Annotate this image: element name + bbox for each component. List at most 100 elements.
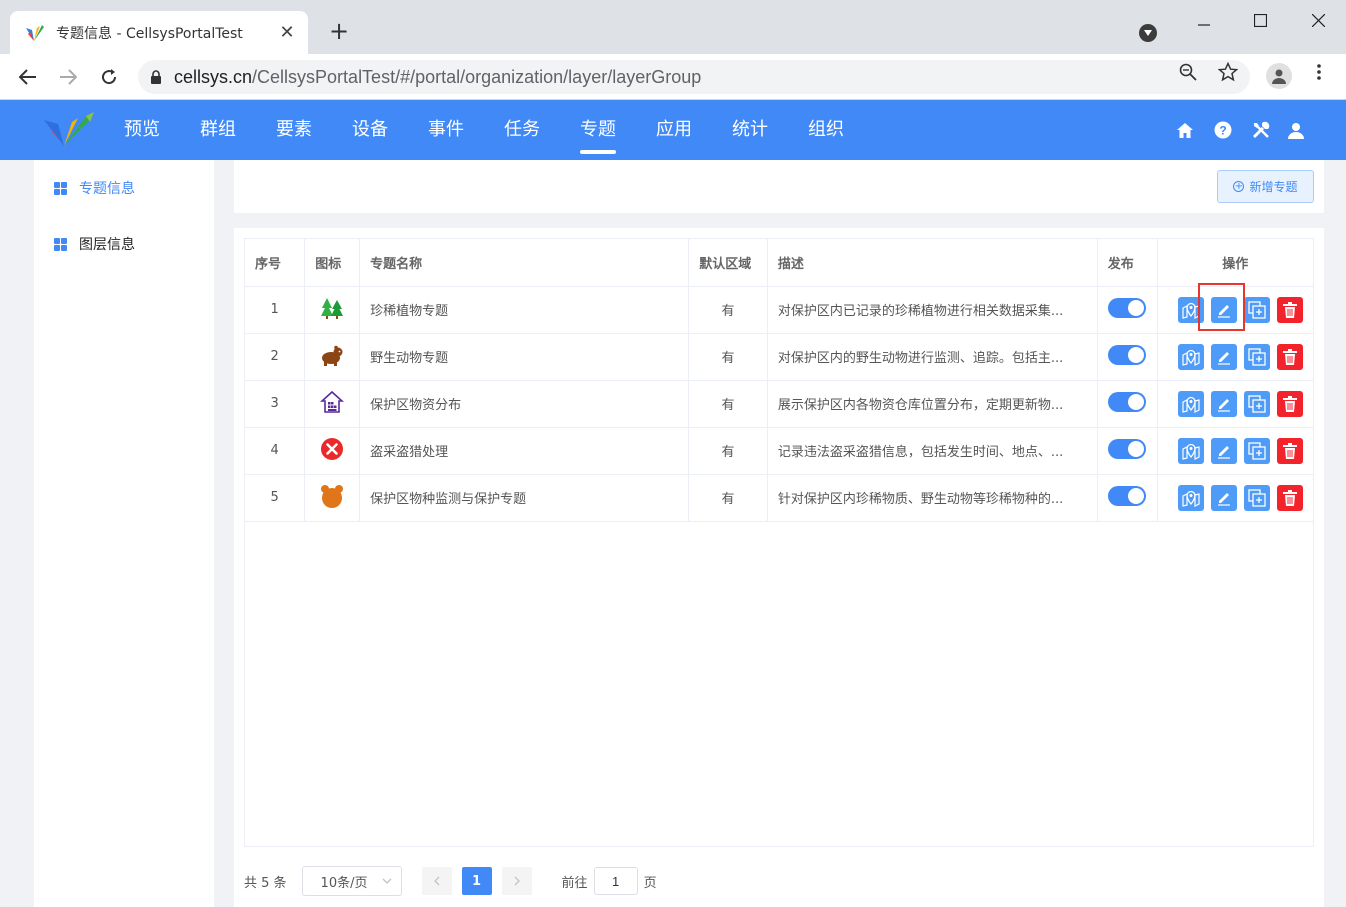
chevron-right-icon <box>514 876 520 886</box>
tab-close-icon[interactable]: ✕ <box>276 22 298 43</box>
browser-addressbar: cellsys.cn/CellsysPortalTest/#/portal/or… <box>0 54 1346 100</box>
copy-add-icon <box>1248 441 1266 460</box>
total-count: 共 5 条 <box>244 875 287 891</box>
grid-icon <box>54 237 67 251</box>
nav-item-preview[interactable]: 预览 <box>104 100 180 160</box>
header-index: 序号 <box>245 239 306 287</box>
user-icon[interactable] <box>1286 120 1306 140</box>
trash-icon <box>1282 348 1297 365</box>
delete-button[interactable] <box>1276 484 1303 511</box>
publish-switch[interactable] <box>1108 297 1147 318</box>
page-number-button[interactable]: 1 <box>461 867 492 895</box>
map-location-button[interactable] <box>1177 296 1204 323</box>
nav-item-devices[interactable]: 设备 <box>332 100 408 160</box>
bear-icon <box>321 484 344 508</box>
url-bar[interactable]: cellsys.cn/CellsysPortalTest/#/portal/or… <box>138 60 1250 94</box>
edit-button[interactable] <box>1210 390 1237 417</box>
cell-index: 1 <box>245 286 306 334</box>
cell-index: 3 <box>245 380 306 428</box>
nav-item-events[interactable]: 事件 <box>408 100 484 160</box>
publish-switch[interactable] <box>1108 438 1147 459</box>
map-location-button[interactable] <box>1177 343 1204 370</box>
minimize-icon[interactable] <box>1184 8 1224 32</box>
delete-button[interactable] <box>1276 390 1303 417</box>
nav-item-groups[interactable]: 群组 <box>180 100 256 160</box>
cell-publish <box>1097 333 1158 381</box>
nav-item-apps[interactable]: 应用 <box>636 100 712 160</box>
map-pin-icon <box>1182 490 1200 507</box>
delete-button[interactable] <box>1276 437 1303 464</box>
delete-button[interactable] <box>1276 296 1303 323</box>
edit-button[interactable] <box>1210 343 1237 370</box>
cell-name: 盗采盗猎处理 <box>359 427 690 475</box>
profile-dropdown-icon[interactable] <box>1139 24 1157 42</box>
cell-publish <box>1097 427 1158 475</box>
add-topic-button[interactable]: + 新增专题 <box>1217 170 1314 203</box>
publish-switch[interactable] <box>1108 485 1147 506</box>
x-circle-icon <box>321 437 344 460</box>
new-tab-icon[interactable]: + <box>326 18 352 44</box>
zoom-icon[interactable] <box>1177 61 1199 83</box>
map-pin-icon <box>1182 302 1200 319</box>
edit-pencil-icon <box>1217 492 1230 506</box>
profile-avatar-icon[interactable] <box>1266 63 1292 89</box>
cell-index: 5 <box>245 474 306 522</box>
sidebar-item-layer-info[interactable]: 图层信息 <box>54 233 135 255</box>
next-page-button[interactable] <box>501 867 532 895</box>
cell-default-area: 有 <box>688 474 768 522</box>
copy-add-button[interactable] <box>1243 343 1270 370</box>
edit-button[interactable] <box>1210 484 1237 511</box>
map-location-button[interactable] <box>1177 484 1204 511</box>
cell-ops <box>1157 427 1313 475</box>
nav-item-tasks[interactable]: 任务 <box>484 100 560 160</box>
reload-icon[interactable] <box>97 65 121 89</box>
map-location-button[interactable] <box>1177 390 1204 417</box>
publish-switch[interactable] <box>1108 344 1147 365</box>
page-size-select[interactable]: 10条/页 <box>301 866 402 896</box>
home-icon[interactable] <box>1175 120 1195 140</box>
nav-item-org[interactable]: 组织 <box>788 100 864 160</box>
add-topic-label: 新增专题 <box>1249 180 1298 194</box>
table-row: 4 盗采盗猎处理 有 记录违法盗采盗猎信息，包括发生时间、地点、... <box>245 427 1313 475</box>
edit-button[interactable] <box>1210 437 1237 464</box>
maximize-icon[interactable] <box>1240 8 1280 32</box>
copy-add-button[interactable] <box>1243 437 1270 464</box>
table-row: 2 野生动物专题 有 对保护区内的野生动物进行监测、追踪。包括主... <box>245 333 1313 381</box>
copy-add-button[interactable] <box>1243 296 1270 323</box>
bookmark-star-icon[interactable] <box>1217 61 1239 83</box>
edit-button[interactable] <box>1210 296 1237 323</box>
copy-add-icon <box>1248 488 1266 507</box>
cell-index: 2 <box>245 333 306 381</box>
nav-item-topics[interactable]: 专题 <box>560 100 636 160</box>
cell-name: 珍稀植物专题 <box>359 286 690 334</box>
table-header-row: 序号 图标 专题名称 默认区域 描述 发布 操作 <box>245 239 1313 287</box>
forward-icon[interactable] <box>56 65 80 89</box>
nav-item-stats[interactable]: 统计 <box>712 100 788 160</box>
animal-icon <box>322 345 343 366</box>
edit-pencil-icon <box>1217 445 1230 459</box>
topic-table: 序号 图标 专题名称 默认区域 描述 发布 操作 1 珍稀植物专题 有 对保护区… <box>244 238 1314 847</box>
publish-switch[interactable] <box>1108 391 1147 412</box>
copy-add-button[interactable] <box>1243 390 1270 417</box>
browser-tab[interactable]: 专题信息 - CellsysPortalTest ✕ <box>10 11 308 54</box>
delete-button[interactable] <box>1276 343 1303 370</box>
back-icon[interactable] <box>16 65 40 89</box>
sidebar-item-topic-info[interactable]: 专题信息 <box>54 177 135 199</box>
cell-desc: 对保护区内的野生动物进行监测、追踪。包括主... <box>767 333 1098 381</box>
help-icon[interactable]: ? <box>1213 120 1233 140</box>
nav-item-features[interactable]: 要素 <box>256 100 332 160</box>
close-window-icon[interactable] <box>1298 8 1338 32</box>
goto-page-input[interactable] <box>593 867 638 895</box>
header-ops: 操作 <box>1157 239 1313 287</box>
tools-icon[interactable] <box>1251 120 1271 140</box>
cell-name: 保护区物种监测与保护专题 <box>359 474 690 522</box>
map-location-button[interactable] <box>1177 437 1204 464</box>
prev-page-button[interactable] <box>421 867 452 895</box>
cell-name: 野生动物专题 <box>359 333 690 381</box>
copy-add-button[interactable] <box>1243 484 1270 511</box>
browser-titlebar: 专题信息 - CellsysPortalTest ✕ + <box>0 0 1346 54</box>
goto-prefix: 前往 <box>561 875 588 891</box>
browser-menu-icon[interactable] <box>1308 61 1330 83</box>
sidebar-item-label: 图层信息 <box>79 237 135 253</box>
header-publish: 发布 <box>1097 239 1158 287</box>
